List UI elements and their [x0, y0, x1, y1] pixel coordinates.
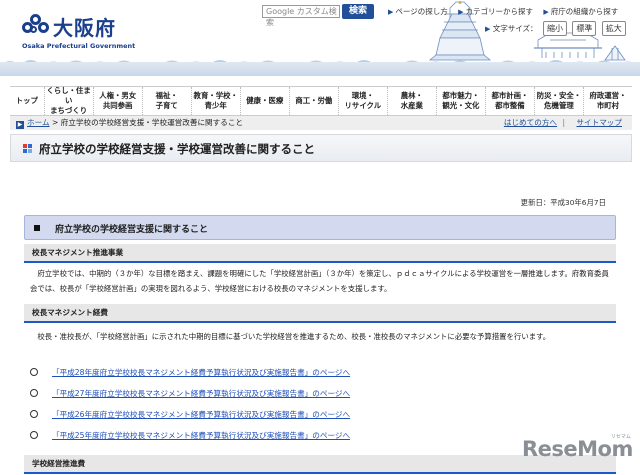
sitemap-link[interactable]: サイトマップ [576, 118, 622, 127]
font-size-label: 文字サイズ： [492, 24, 538, 33]
breadcrumb-separator: > [51, 118, 59, 127]
nav-item-health[interactable]: 健康・医療 [241, 87, 290, 115]
square-bullet-icon [34, 225, 40, 231]
title-squares-icon [23, 144, 33, 154]
nav-item-commerce[interactable]: 商工・労働 [290, 87, 339, 115]
list-item: 「平成27年度府立学校校長マネジメント経費予算執行状況及び実施報告書」のページへ [30, 388, 350, 399]
utility-separator: | [562, 118, 566, 127]
subsection-heading-text: 校長マネジメント推進事業 [32, 248, 124, 257]
first-time-link[interactable]: はじめての方へ [504, 118, 557, 127]
list-item: 「平成26年度府立学校校長マネジメント経費予算執行状況及び実施報告書」のページへ [30, 409, 350, 420]
font-size-small-button[interactable]: 縮小 [542, 21, 567, 36]
font-size-standard-button[interactable]: 標準 [572, 21, 597, 36]
subsection-paragraph: 校長・准校長が、「学校経営計画」に示された中期的目標に基づいた学校経営を推進する… [30, 332, 551, 341]
nav-item-education[interactable]: 教育・学校・ 青少年 [192, 87, 241, 115]
list-item: 「平成25年度府立学校校長マネジメント経費予算執行状況及び実施報告書」のページへ [30, 430, 350, 441]
circle-bullet-icon [30, 431, 38, 439]
section-heading: 府立学校の学校経営支援に関すること [24, 215, 616, 240]
font-size-large-button[interactable]: 拡大 [601, 21, 626, 36]
nav-item-agriculture[interactable]: 農林・ 水産業 [388, 87, 437, 115]
logo-english: Osaka Prefectural Government [22, 42, 136, 50]
top-links: ▶ ページの探し方 ▶ カテゴリーから探す ▶ 府庁の組織から探す [388, 6, 626, 17]
subsection-heading: 校長マネジメント経費 [24, 304, 616, 323]
search-button[interactable]: 検索 [342, 4, 374, 19]
font-size-controls: ▶ 文字サイズ： 縮小 標準 拡大 [485, 21, 626, 36]
circle-bullet-icon [30, 368, 38, 376]
report-link-h26[interactable]: 「平成26年度府立学校校長マネジメント経費予算執行状況及び実施報告書」のページへ [52, 410, 350, 419]
nav-item-administration[interactable]: 府政運営・ 市町村 [584, 87, 632, 115]
page-title-bar: 府立学校の学校経営支援・学校運営改善に関すること [10, 134, 632, 162]
nav-item-living[interactable]: くらし・住まい まちづくり [45, 86, 94, 115]
page-title: 府立学校の学校経営支援・学校運営改善に関すること [39, 142, 315, 156]
breadcrumb-current: 府立学校の学校経営支援・学校運営改善に関すること [60, 118, 244, 127]
circle-bullet-icon [30, 389, 38, 397]
top-link-organization[interactable]: ▶ 府庁の組織から探す [543, 7, 618, 16]
nav-item-disaster[interactable]: 防災・安全・ 危機管理 [535, 87, 584, 115]
section-heading-text: 府立学校の学校経営支援に関すること [55, 225, 209, 235]
osaka-emblem-icon [22, 14, 50, 38]
breadcrumb-home-link[interactable]: ホーム [27, 118, 50, 127]
circle-bullet-icon [30, 410, 38, 418]
utility-links: はじめての方へ | サイトマップ [498, 116, 622, 130]
site-header: 大阪府 Osaka Prefectural Government Google … [0, 0, 640, 84]
subsection-heading-text: 校長マネジメント経費 [32, 308, 108, 317]
arrow-right-icon: ▶ [388, 8, 394, 16]
report-link-h25[interactable]: 「平成25年度府立学校校長マネジメント経費予算執行状況及び実施報告書」のページへ [52, 431, 350, 440]
search-input[interactable]: Google カスタム検索 [262, 5, 340, 27]
report-link-h27[interactable]: 「平成27年度府立学校校長マネジメント経費予算執行状況及び実施報告書」のページへ [52, 389, 350, 398]
watermark-text: ReseMom [522, 437, 633, 461]
arrow-right-icon: ▶ [485, 25, 491, 33]
breadcrumb: ▶ ホーム > 府立学校の学校経営支援・学校運営改善に関すること はじめての方へ … [10, 116, 632, 130]
subsection-heading-text: 学校経営推進費 [32, 459, 86, 468]
list-item: 「平成28年度府立学校校長マネジメント経費予算執行状況及び実施報告書」のページへ [30, 367, 350, 378]
subsection-paragraph: 府立学校では、中期的（３か年）な目標を踏まえ、課題を明確にした「学校経営計画」（… [30, 269, 609, 293]
nav-item-urban-planning[interactable]: 都市計画・ 都市整備 [486, 87, 535, 115]
nav-item-top[interactable]: トップ [10, 87, 45, 115]
report-link-h28[interactable]: 「平成28年度府立学校校長マネジメント経費予算執行状況及び実施報告書」のページへ [52, 368, 350, 377]
nav-item-welfare[interactable]: 福祉・ 子育て [143, 87, 192, 115]
arrow-right-icon: ▶ [458, 8, 464, 16]
top-link-category[interactable]: ▶ カテゴリーから探す [458, 7, 533, 16]
updated-date: 更新日：平成30年6月7日 [520, 198, 606, 207]
global-nav: トップ くらし・住まい まちづくり 人権・男女 共同参画 福祉・ 子育て 教育・… [10, 86, 632, 116]
watermark-subtext: リセマム [610, 434, 631, 440]
resemom-watermark: ReseMom リセマム [522, 434, 633, 461]
logo[interactable]: 大阪府 Osaka Prefectural Government [22, 12, 152, 52]
nav-item-tourism[interactable]: 都市魅力・ 観光・文化 [437, 87, 486, 115]
nav-item-environment[interactable]: 環境・ リサイクル [339, 87, 388, 115]
logo-name: 大阪府 [53, 16, 116, 40]
arrow-right-icon: ▶ [16, 121, 24, 129]
nav-item-human-rights[interactable]: 人権・男女 共同参画 [94, 87, 143, 115]
top-link-howto[interactable]: ▶ ページの探し方 [388, 7, 448, 16]
subsection-heading: 校長マネジメント推進事業 [24, 244, 616, 263]
arrow-right-icon: ▶ [543, 8, 549, 16]
